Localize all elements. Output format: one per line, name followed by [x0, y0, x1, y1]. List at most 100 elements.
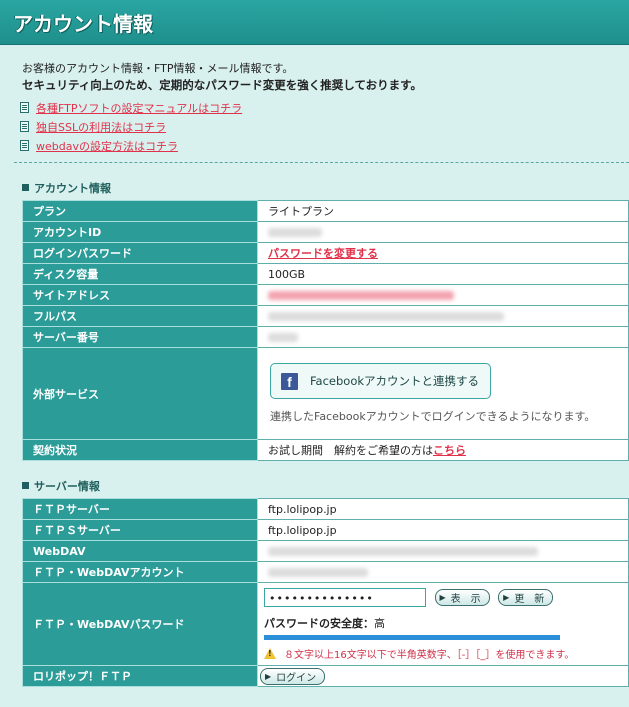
- square-bullet-icon: [22, 482, 29, 489]
- server-number-label: サーバー番号: [22, 326, 258, 348]
- site-address-value[interactable]: [257, 284, 629, 306]
- table-row: フルパス: [22, 305, 629, 327]
- server-table: ＦＴＰサーバー ftp.lolipop.jp ＦＴＰＳサーバー ftp.loli…: [22, 498, 629, 687]
- redacted-value: [268, 228, 322, 237]
- table-row: ＦＴＰサーバー ftp.lolipop.jp: [22, 498, 629, 520]
- lolipop-login-label: ログイン: [276, 672, 317, 684]
- table-row: ログインパスワード パスワードを変更する: [22, 242, 629, 264]
- ftp-password-label: ＦＴＰ・WebDAVパスワード: [22, 582, 258, 666]
- square-bullet-icon: [22, 184, 29, 191]
- account-table: プラン ライトプラン アカウントID ログインパスワード パスワードを変更する …: [22, 200, 629, 461]
- divider: [14, 162, 629, 163]
- table-row: ディスク容量 100GB: [22, 263, 629, 285]
- ftp-password-value: •••••••••••••• ▶ 表 示 ▶ 更 新 パスワードの安全度：高 ８文字…: [257, 582, 629, 666]
- page-header: アカウント情報: [0, 0, 629, 45]
- full-path-label: フルパス: [22, 305, 258, 327]
- ftp-account-label: ＦＴＰ・WebDAVアカウント: [22, 561, 258, 583]
- doc-icon: [20, 140, 29, 151]
- table-row: 外部サービス f Facebookアカウントと連携する 連携したFacebook…: [22, 347, 629, 440]
- link-ssl[interactable]: 独自SSLの利用法はコチラ: [20, 117, 242, 136]
- account-id-label: アカウントID: [22, 221, 258, 243]
- webdav-value: [257, 540, 629, 562]
- show-password-button[interactable]: ▶ 表 示: [434, 588, 490, 606]
- server-number-value: [257, 326, 629, 348]
- update-password-label: 更 新: [514, 593, 545, 605]
- link-ftp-manual-label[interactable]: 各種FTPソフトの設定マニュアルはコチラ: [36, 100, 242, 116]
- redacted-value: [268, 568, 368, 577]
- ftp-password-input[interactable]: ••••••••••••••: [264, 587, 426, 607]
- external-service-value: f Facebookアカウントと連携する 連携したFacebookアカウントでロ…: [257, 347, 629, 440]
- arrow-icon: ▶: [265, 671, 272, 681]
- redacted-value: [268, 547, 538, 556]
- strength-value: 高: [374, 616, 385, 630]
- ftps-server-value: ftp.lolipop.jp: [257, 519, 629, 541]
- redacted-value: [268, 312, 504, 321]
- contract-value: お試し期間 解約をご希望の方はこちら: [257, 439, 629, 461]
- contract-label: 契約状況: [22, 439, 258, 461]
- table-row: ＦＴＰ・WebDAVアカウント: [22, 561, 629, 583]
- table-row: WebDAV: [22, 540, 629, 562]
- plan-label: プラン: [22, 200, 258, 222]
- intro-text: お客様のアカウント情報・FTP情報・メール情報です。 セキュリティ向上のため、定…: [22, 60, 422, 94]
- ftp-server-value: ftp.lolipop.jp: [257, 498, 629, 520]
- facebook-connect-label: Facebookアカウントと連携する: [310, 374, 480, 388]
- ftp-server-label: ＦＴＰサーバー: [22, 498, 258, 520]
- redacted-value: [268, 291, 454, 300]
- account-heading-text: アカウント情報: [34, 182, 111, 195]
- strength-meter: [264, 634, 560, 640]
- password-strength: パスワードの安全度：高: [264, 615, 628, 631]
- doc-icon: [20, 102, 29, 113]
- disk-label: ディスク容量: [22, 263, 258, 285]
- update-password-button[interactable]: ▶ 更 新: [498, 588, 554, 606]
- arrow-icon: ▶: [503, 592, 510, 602]
- table-row: ＦＴＰ・WebDAVパスワード •••••••••••••• ▶ 表 示 ▶ 更 新…: [22, 582, 629, 666]
- show-password-label: 表 示: [450, 593, 481, 605]
- main-content: お客様のアカウント情報・FTP情報・メール情報です。 セキュリティ向上のため、定…: [0, 45, 629, 707]
- server-section-heading: サーバー情報: [22, 478, 100, 494]
- table-row: サーバー番号: [22, 326, 629, 348]
- lolipop-login-button[interactable]: ▶ ログイン: [260, 667, 326, 685]
- ftp-account-value: [257, 561, 629, 583]
- table-row: ＦＴＰＳサーバー ftp.lolipop.jp: [22, 519, 629, 541]
- server-heading-text: サーバー情報: [34, 480, 100, 493]
- table-row: プラン ライトプラン: [22, 200, 629, 222]
- ftps-server-label: ＦＴＰＳサーバー: [22, 519, 258, 541]
- webdav-label: WebDAV: [22, 540, 258, 562]
- facebook-icon: f: [281, 372, 298, 390]
- arrow-icon: ▶: [439, 592, 446, 602]
- account-id-value: [257, 221, 629, 243]
- cancel-link[interactable]: こちら: [433, 444, 466, 457]
- warning-icon: [264, 647, 276, 659]
- login-password-label: ログインパスワード: [22, 242, 258, 264]
- intro-line-1: お客様のアカウント情報・FTP情報・メール情報です。: [22, 62, 294, 75]
- login-password-value: パスワードを変更する: [257, 242, 629, 264]
- strength-label: パスワードの安全度：: [264, 616, 374, 630]
- link-ftp-manual[interactable]: 各種FTPソフトの設定マニュアルはコチラ: [20, 98, 242, 117]
- lolipop-ftp-label: ロリポップ！ＦＴＰ: [22, 665, 258, 687]
- account-section-heading: アカウント情報: [22, 180, 111, 196]
- table-row: ロリポップ！ＦＴＰ ▶ ログイン: [22, 665, 629, 687]
- redacted-value: [268, 333, 298, 342]
- table-row: アカウントID: [22, 221, 629, 243]
- manual-links: 各種FTPソフトの設定マニュアルはコチラ 独自SSLの利用法はコチラ webda…: [20, 98, 242, 155]
- doc-icon: [20, 121, 29, 132]
- link-webdav[interactable]: webdavの設定方法はコチラ: [20, 136, 242, 155]
- facebook-note: 連携したFacebookアカウントでログインできるようになります。: [270, 410, 596, 423]
- intro-line-2: セキュリティ向上のため、定期的なパスワード変更を強く推奨しております。: [22, 78, 422, 92]
- table-row: サイトアドレス: [22, 284, 629, 306]
- plan-value: ライトプラン: [257, 200, 629, 222]
- password-rule-warning: ８文字以上16文字以下で半角英数字、［-］［_］を使用できます。: [264, 646, 628, 661]
- facebook-connect-button[interactable]: f Facebookアカウントと連携する: [270, 363, 492, 399]
- external-service-label: 外部サービス: [22, 347, 258, 440]
- link-ssl-label[interactable]: 独自SSLの利用法はコチラ: [36, 119, 166, 135]
- contract-text: お試し期間 解約をご希望の方は: [268, 444, 433, 457]
- disk-value: 100GB: [257, 263, 629, 285]
- link-webdav-label[interactable]: webdavの設定方法はコチラ: [36, 138, 178, 154]
- full-path-value: [257, 305, 629, 327]
- table-row: 契約状況 お試し期間 解約をご希望の方はこちら: [22, 439, 629, 461]
- lolipop-ftp-value: ▶ ログイン: [257, 665, 629, 687]
- site-address-label: サイトアドレス: [22, 284, 258, 306]
- warning-text: ８文字以上16文字以下で半角英数字、［-］［_］を使用できます。: [284, 649, 575, 661]
- change-password-link[interactable]: パスワードを変更する: [268, 247, 378, 260]
- page-title: アカウント情報: [13, 12, 153, 36]
